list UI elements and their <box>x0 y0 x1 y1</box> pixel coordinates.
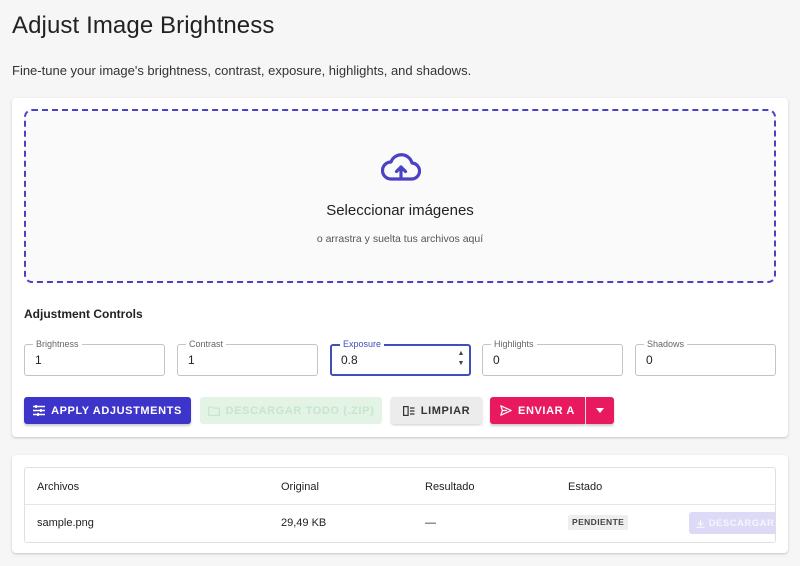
send-to-label: Enviar a <box>518 404 575 417</box>
exposure-input[interactable] <box>332 346 469 374</box>
send-to-button[interactable]: Enviar a <box>490 397 585 424</box>
download-all-button[interactable]: Descargar todo (.zip) <box>200 397 382 424</box>
download-all-label: Descargar todo (.zip) <box>225 404 375 417</box>
header-files: Archivos <box>37 481 80 493</box>
caret-down-icon <box>596 408 604 413</box>
download-file-button[interactable]: Descargar <box>689 512 775 534</box>
stepper-down-icon[interactable]: ▼ <box>457 359 465 369</box>
shadows-input[interactable] <box>636 345 775 375</box>
folder-icon <box>207 406 220 416</box>
controls-title: Adjustment Controls <box>24 307 143 321</box>
download-file-label: Descargar <box>708 517 775 529</box>
header-original: Original <box>281 481 319 493</box>
dropzone-subtitle: o arrastra y suelta tus archivos aquí <box>316 233 484 245</box>
files-card: Archivos Original Resultado Estado sampl… <box>12 455 788 553</box>
header-result: Resultado <box>425 481 475 493</box>
page-subtitle: Fine-tune your image's brightness, contr… <box>12 63 472 78</box>
adjustment-card: Seleccionar imágenes o arrastra y suelta… <box>12 98 788 437</box>
download-icon <box>696 519 705 528</box>
brightness-field: Brightness <box>24 339 165 376</box>
highlights-field: Highlights <box>482 339 623 376</box>
header-status: Estado <box>568 481 603 493</box>
contrast-field: Contrast <box>177 339 318 376</box>
cloud-upload-icon <box>381 153 421 181</box>
highlights-input[interactable] <box>483 345 622 375</box>
row-divider <box>25 504 775 505</box>
file-dropzone[interactable]: Seleccionar imágenes o arrastra y suelta… <box>24 109 776 283</box>
file-result: — <box>425 517 436 529</box>
send-to-dropdown-button[interactable] <box>586 397 614 424</box>
send-icon <box>500 405 512 416</box>
status-badge: PENDIENTE <box>568 515 629 530</box>
brightness-input[interactable] <box>25 345 164 375</box>
clear-list-icon <box>402 405 415 416</box>
apply-adjustments-button[interactable]: Apply Adjustments <box>24 397 191 424</box>
exposure-field: Exposure ▲ ▼ <box>330 339 471 376</box>
file-original-size: 29,49 KB <box>281 517 327 529</box>
apply-label: Apply Adjustments <box>51 404 182 417</box>
dropzone-title: Seleccionar imágenes <box>326 202 474 219</box>
clear-label: Limpiar <box>420 404 471 417</box>
clear-button[interactable]: Limpiar <box>391 397 482 424</box>
page-title: Adjust Image Brightness <box>12 12 275 39</box>
exposure-stepper[interactable]: ▲ ▼ <box>457 349 465 371</box>
files-table: Archivos Original Resultado Estado sampl… <box>24 467 776 543</box>
tune-icon <box>33 405 46 416</box>
file-name: sample.png <box>37 517 94 529</box>
shadows-field: Shadows <box>635 339 776 376</box>
contrast-input[interactable] <box>178 345 317 375</box>
stepper-up-icon[interactable]: ▲ <box>457 349 465 359</box>
